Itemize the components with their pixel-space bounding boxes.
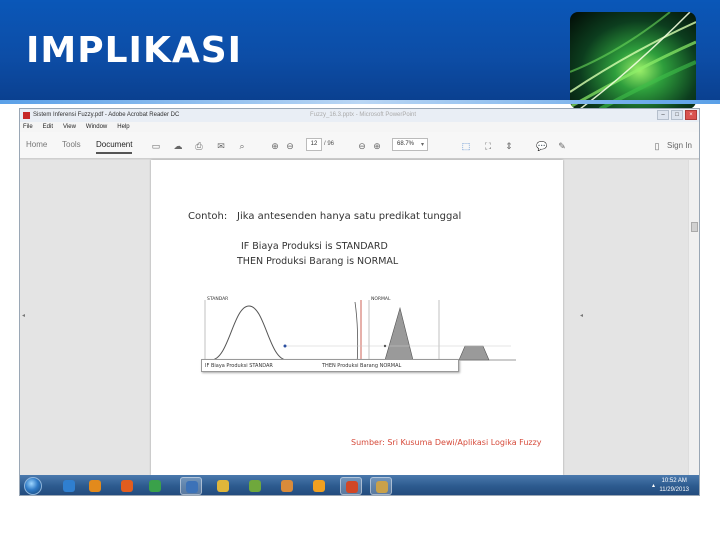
caption-then: THEN Produksi Barang NORMAL [322, 363, 402, 369]
taskbar-camera-button[interactable] [370, 477, 392, 495]
scrollbar-thumb[interactable] [691, 222, 698, 232]
outlook-icon [186, 481, 198, 493]
mail-icon[interactable]: ✉ [216, 141, 226, 151]
caption-box: IF Biaya Produksi STANDAR THEN Produksi … [201, 359, 459, 372]
search-icon[interactable]: ⌕ [237, 141, 247, 151]
taskbar-powerpoint-button[interactable] [340, 477, 362, 495]
taskbar-media-player-button[interactable] [84, 477, 106, 495]
window-titlebar: Sistem Inferensi Fuzzy.pdf - Adobe Acrob… [20, 109, 699, 122]
pdf-icon [23, 112, 30, 119]
vertical-scrollbar[interactable] [688, 160, 699, 475]
sign-in-link[interactable]: Sign In [667, 141, 692, 150]
menu-window[interactable]: Window [86, 124, 107, 130]
document-area: ◂ Contoh: Jika antesenden hanya satu pre… [20, 160, 699, 475]
window-title: Sistem Inferensi Fuzzy.pdf - Adobe Acrob… [33, 112, 180, 118]
page-total: / 96 [324, 141, 335, 147]
graph-label-normal: NORMAL [371, 297, 391, 302]
media-player-icon [89, 480, 101, 492]
taskbar-app-orange-button[interactable] [308, 477, 330, 495]
minimize-button[interactable]: – [657, 110, 669, 120]
taskbar-ie-button[interactable] [58, 477, 80, 495]
menu-help[interactable]: Help [117, 124, 129, 130]
fit-page-icon[interactable]: ⛶ [483, 141, 493, 151]
graph-label-standar: STANDAR [207, 297, 229, 302]
page-number-input[interactable]: 12 [306, 138, 322, 151]
taskbar-explorer-button[interactable] [212, 477, 234, 495]
menu-file[interactable]: File [23, 124, 33, 130]
maximize-button[interactable]: □ [671, 110, 683, 120]
tab-tools[interactable]: Tools [62, 140, 81, 149]
caption-if: IF Biaya Produksi STANDAR [205, 363, 273, 369]
taskbar-utility-button[interactable] [244, 477, 266, 495]
print-icon[interactable]: ⎙ [194, 141, 204, 151]
tray-expand-icon[interactable]: ▴ [652, 482, 655, 489]
taskbar-clock[interactable]: 10:52 AM 11/29/2013 [659, 477, 689, 495]
taskbar-chrome-button[interactable] [144, 477, 166, 495]
comment-icon[interactable]: 💬 [536, 141, 547, 151]
source-citation: Sumber: Sri Kusuma Dewi/Aplikasi Logika … [351, 438, 542, 447]
page-down-icon[interactable]: ⊖ [285, 141, 295, 151]
start-button[interactable] [24, 477, 42, 495]
app-orange-icon [313, 480, 325, 492]
phone-icon[interactable]: ▯ [652, 141, 662, 151]
pen-icon[interactable]: ✎ [557, 141, 567, 151]
powerpoint-icon [346, 481, 358, 493]
save-icon[interactable]: ▭ [151, 141, 161, 151]
slide-title: IMPLIKASI [26, 30, 243, 71]
page-up-icon[interactable]: ⊕ [270, 141, 280, 151]
slide-header: IMPLIKASI [0, 0, 720, 109]
zoom-out-icon[interactable]: ⊖ [357, 141, 367, 151]
toolbar: Home Tools Document ▭ ☁ ⎙ ✉ ⌕ ⊕ ⊖ 12 / 9… [20, 132, 699, 159]
ie-icon [63, 480, 75, 492]
menubar: File Edit View Window Help [20, 122, 699, 132]
pdf-page: Contoh: Jika antesenden hanya satu predi… [151, 160, 563, 475]
right-panel-toggle-icon[interactable]: ◂ [580, 312, 583, 319]
taskbar-firefox-button[interactable] [116, 477, 138, 495]
explorer-icon [217, 480, 229, 492]
membership-diagram [203, 300, 516, 367]
taskbar-photos-button[interactable] [276, 477, 298, 495]
utility-icon [249, 480, 261, 492]
select-icon[interactable]: ⬚ [461, 141, 471, 151]
camera-icon [376, 481, 388, 493]
menu-view[interactable]: View [63, 124, 76, 130]
chrome-icon [149, 480, 161, 492]
zoom-in-icon[interactable]: ⊕ [372, 141, 382, 151]
scroll-mode-icon[interactable]: ⇕ [504, 141, 514, 151]
menu-edit[interactable]: Edit [43, 124, 53, 130]
close-button[interactable]: × [685, 110, 697, 120]
taskbar-outlook-button[interactable] [180, 477, 202, 495]
rule-if: IF Biaya Produksi is STANDARD [241, 241, 388, 252]
tab-document[interactable]: Document [96, 140, 133, 154]
photos-icon [281, 480, 293, 492]
rule-then: THEN Produksi Barang is NORMAL [237, 256, 399, 267]
background-window-title: Fuzzy_16.3.pptx - Microsoft PowerPoint [310, 112, 417, 118]
header-decorative-image [570, 12, 696, 109]
tab-home[interactable]: Home [26, 140, 47, 149]
clock-date: 11/29/2013 [659, 487, 689, 493]
left-panel-toggle-icon[interactable]: ◂ [22, 312, 25, 319]
example-label: Contoh: [188, 211, 228, 222]
example-text: Jika antesenden hanya satu predikat tung… [237, 211, 462, 222]
acrobat-window: Sistem Inferensi Fuzzy.pdf - Adobe Acrob… [19, 108, 700, 496]
firefox-icon [121, 480, 133, 492]
window-controls: – □ × [657, 110, 697, 120]
windows-taskbar: ▴ 10:52 AM 11/29/2013 [20, 475, 699, 495]
cloud-upload-icon[interactable]: ☁ [173, 141, 183, 151]
clock-time: 10:52 AM [661, 478, 687, 484]
chevron-down-icon[interactable]: ▾ [421, 141, 424, 148]
